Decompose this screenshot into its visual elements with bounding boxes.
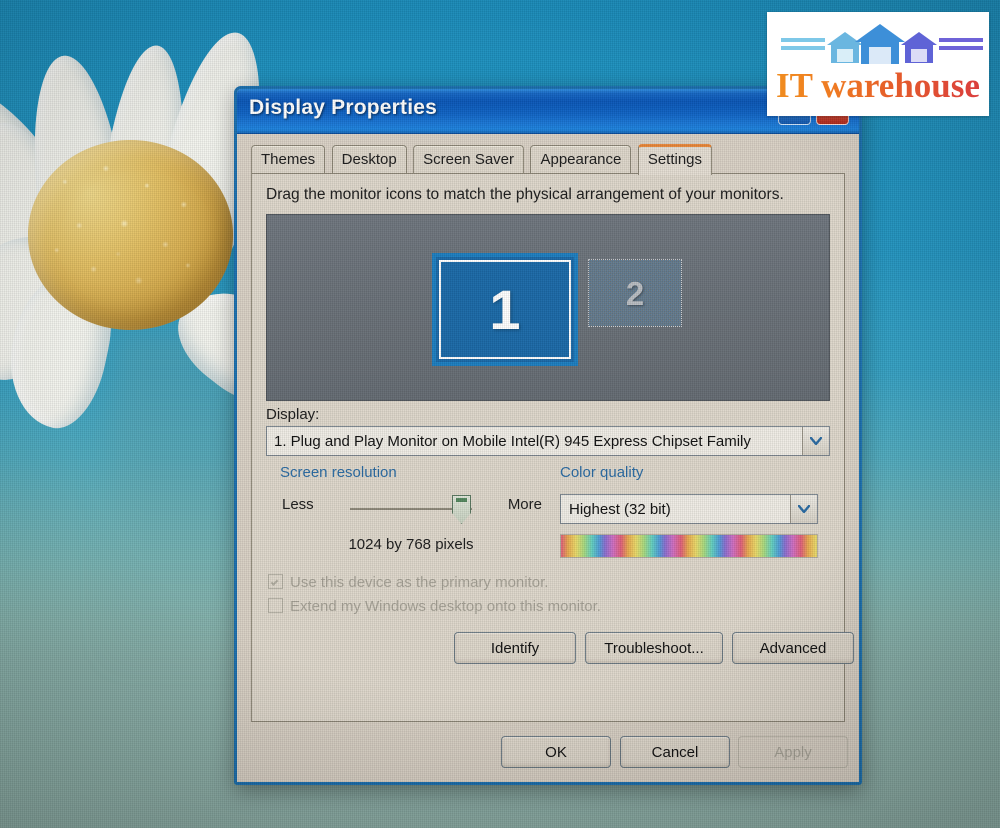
troubleshoot-button[interactable]: Troubleshoot... <box>585 632 723 664</box>
ok-button[interactable]: OK <box>501 736 611 768</box>
display-select[interactable]: 1. Plug and Play Monitor on Mobile Intel… <box>266 426 830 456</box>
display-label: Display: <box>266 406 320 423</box>
apply-button: Apply <box>738 736 848 768</box>
monitor-1-number: 1 <box>489 277 521 341</box>
it-warehouse-watermark: IT warehouse <box>767 12 989 116</box>
color-quality-value: Highest (32 bit) <box>569 500 671 518</box>
primary-monitor-label: Use this device as the primary monitor. <box>290 574 549 591</box>
extend-desktop-checkbox-row: Extend my Windows desktop onto this moni… <box>268 598 601 615</box>
extend-desktop-label: Extend my Windows desktop onto this moni… <box>290 598 601 615</box>
dialog-titlebar[interactable]: Display Properties <box>237 89 859 134</box>
resolution-slider-thumb[interactable] <box>452 495 471 524</box>
color-quality-select[interactable]: Highest (32 bit) <box>560 494 818 524</box>
tab-settings[interactable]: Settings <box>637 144 713 175</box>
it-warehouse-logo-text: IT warehouse <box>767 64 989 108</box>
monitor-arrangement-help-text: Drag the monitor icons to match the phys… <box>266 186 784 203</box>
screen-resolution-title: Screen resolution <box>280 464 403 481</box>
cancel-button[interactable]: Cancel <box>620 736 730 768</box>
warehouse-houses-icon <box>767 18 989 66</box>
tab-desktop[interactable]: Desktop <box>331 145 407 175</box>
slider-grip <box>456 498 467 502</box>
primary-monitor-checkbox-row: Use this device as the primary monitor. <box>268 574 548 591</box>
screen-resolution-group: Screen resolution Less More 1024 by 768 … <box>280 464 542 569</box>
display-properties-dialog: Display Properties Themes Desktop Screen… <box>234 86 862 785</box>
tab-themes[interactable]: Themes <box>251 145 326 175</box>
monitor-icon-2[interactable]: 2 <box>588 259 682 327</box>
monitor-icon-1[interactable]: 1 <box>432 253 578 366</box>
display-select-value: 1. Plug and Play Monitor on Mobile Intel… <box>274 432 751 450</box>
chevron-down-icon[interactable] <box>790 495 817 523</box>
slider-more-label: More <box>507 496 542 513</box>
color-spectrum-bar <box>560 534 818 558</box>
primary-monitor-checkbox <box>268 574 283 589</box>
monitor-arrangement-preview[interactable]: 1 2 <box>266 214 830 401</box>
color-quality-title: Color quality <box>560 464 650 481</box>
tab-appearance[interactable]: Appearance <box>530 145 632 175</box>
dialog-footer: OK Cancel Apply <box>237 722 859 782</box>
chevron-down-icon[interactable] <box>802 427 829 455</box>
daisy-flower-center <box>28 140 233 330</box>
extend-desktop-checkbox <box>268 598 283 613</box>
monitor-1-screen: 1 <box>439 260 571 359</box>
tab-screen-saver[interactable]: Screen Saver <box>413 145 525 175</box>
color-quality-group: Color quality Highest (32 bit) <box>560 464 830 569</box>
dialog-title: Display Properties <box>249 96 438 119</box>
slider-less-label: Less <box>282 496 314 513</box>
resolution-value-text: 1024 by 768 pixels <box>348 536 474 553</box>
monitor-2-number: 2 <box>625 274 645 312</box>
tab-strip: Themes Desktop Screen Saver Appearance S… <box>237 134 859 175</box>
identify-button[interactable]: Identify <box>454 632 576 664</box>
advanced-button[interactable]: Advanced <box>732 632 854 664</box>
settings-tab-panel: Drag the monitor icons to match the phys… <box>251 173 854 722</box>
